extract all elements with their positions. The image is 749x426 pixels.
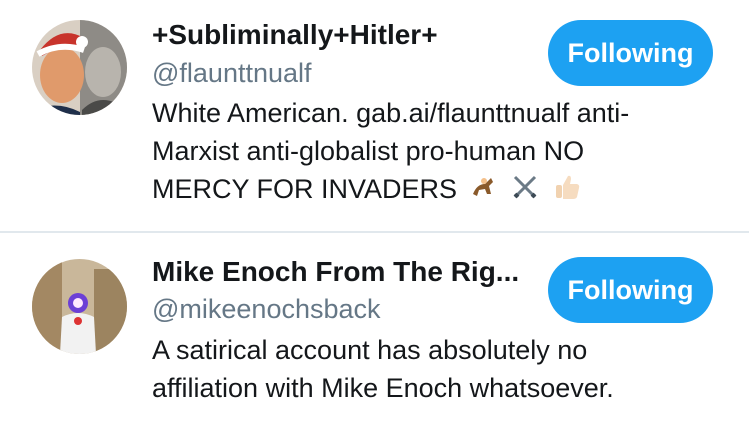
following-button[interactable]: Following <box>548 20 713 86</box>
avatar-photo-icon <box>32 259 127 354</box>
user-display-name[interactable]: +Subliminally+Hitler+ <box>152 18 438 52</box>
user-avatar[interactable] <box>32 20 127 115</box>
bio-line: White American. gab.ai/flaunttnualf anti… <box>152 98 630 128</box>
user-display-name[interactable]: Mike Enoch From The Rig... <box>152 255 519 289</box>
user-list-item[interactable]: +Subliminally+Hitler+ @flaunttnualf Whit… <box>0 0 749 232</box>
following-button[interactable]: Following <box>548 257 713 323</box>
avatar-photo-icon <box>32 20 127 115</box>
user-handle[interactable]: @mikeenochsback <box>152 293 381 325</box>
bio-line: affiliation with Mike Enoch whatsoever. <box>152 373 614 403</box>
user-list-item[interactable]: Mike Enoch From The Rig... @mikeenochsba… <box>0 233 749 426</box>
user-handle[interactable]: @flaunttnualf <box>152 57 312 89</box>
bio-line-text: MERCY FOR INVADERS <box>152 174 458 204</box>
user-bio: A satirical account has absolutely no af… <box>152 331 712 407</box>
bio-line: Marxist anti-globalist pro-human NO <box>152 132 712 170</box>
thumbs-up-icon <box>552 172 582 212</box>
user-bio: White American. gab.ai/flaunttnualf anti… <box>152 94 712 212</box>
horse-racing-icon <box>469 172 499 212</box>
bio-line: MERCY FOR INVADERS <box>152 170 712 212</box>
user-avatar[interactable] <box>32 259 127 354</box>
bio-line-text: Marxist anti-globalist pro-human NO <box>152 136 585 166</box>
bio-line: A satirical account has absolutely no <box>152 335 588 365</box>
crossed-swords-icon <box>510 172 540 212</box>
